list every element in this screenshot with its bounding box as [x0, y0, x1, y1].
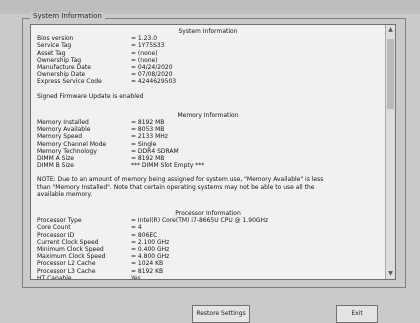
system-rows: Bios version = 1.23.0 Service Tag = 1Y75S33…	[37, 35, 379, 85]
info-value: = 8192 MB	[131, 155, 165, 163]
info-row: Current Clock Speed = 2.100 GHz	[37, 239, 379, 246]
info-row: Asset Tag = (none)	[37, 50, 379, 57]
info-label: Processor L2 Cache	[37, 260, 96, 268]
info-value: = 04/24/2020	[131, 64, 173, 72]
info-value: = (none)	[131, 49, 158, 57]
info-value: = 4.800 GHz	[131, 253, 170, 261]
processor-rows: Processor Type = Intel(R) Core(TM) i7-866…	[37, 217, 379, 280]
info-row: DIMM B Size *** DIMM Slot Empty ***	[37, 162, 379, 169]
memory-note-line-2: than "Memory Installed". Note that certa…	[37, 183, 315, 191]
info-label: Manufacture Date	[37, 64, 91, 72]
info-row: Core Count = 4	[37, 224, 379, 231]
firmware-status: Signed Firmware Update is enabled	[37, 92, 144, 100]
button-bar: Restore Settings Exit	[0, 293, 420, 323]
restore-settings-button[interactable]: Restore Settings	[192, 305, 250, 323]
info-value: = Single	[131, 140, 157, 148]
info-value: = 2.100 GHz	[131, 238, 170, 246]
info-label: Core Count	[37, 224, 71, 232]
info-value: = 4	[131, 224, 142, 232]
info-value: *** DIMM Slot Empty ***	[131, 162, 205, 170]
info-label: Processor L3 Cache	[37, 267, 96, 275]
info-label: Memory Technology	[37, 147, 97, 155]
info-label: Asset Tag	[37, 49, 66, 57]
info-row: Processor ID = 806EC	[37, 232, 379, 239]
info-row: Ownership Tag = (none)	[37, 57, 379, 64]
info-row: Minimum Clock Speed = 0.400 GHz	[37, 246, 379, 253]
info-row: Processor L2 Cache = 1024 KB	[37, 260, 379, 267]
info-row: Memory Speed = 2133 MHz	[37, 133, 379, 140]
info-row: Maximum Clock Speed = 4.800 GHz	[37, 253, 379, 260]
info-label: Memory Available	[37, 126, 91, 134]
info-row: Memory Technology = DDR4 SDRAM	[37, 148, 379, 155]
info-row: DIMM A Size = 8192 MB	[37, 155, 379, 162]
info-value: = 2133 MHz	[131, 133, 168, 141]
info-value: = (none)	[131, 56, 158, 64]
info-row: HT Capable Yes	[37, 274, 379, 280]
vertical-scrollbar[interactable]: ▲ ▼	[385, 25, 395, 279]
info-value: = 07/08/2020	[131, 71, 173, 79]
info-value: Yes	[131, 274, 141, 280]
info-label: DIMM A Size	[37, 155, 74, 163]
memory-note-line-1: NOTE: Due to an amount of memory being a…	[37, 176, 324, 184]
info-row: Ownership Date = 07/08/2020	[37, 71, 379, 78]
info-label: Current Clock Speed	[37, 238, 99, 246]
info-label: Memory Installed	[37, 119, 89, 127]
info-value: = 1.23.0	[131, 35, 158, 43]
info-label: Bios version	[37, 35, 74, 43]
memory-note-line-3: available memory.	[37, 190, 93, 198]
info-value: = DDR4 SDRAM	[131, 147, 179, 155]
info-row: Express Service Code = 4244629503	[37, 78, 379, 85]
info-value: = 1Y75S33	[131, 42, 165, 50]
scroll-up-arrow-icon[interactable]: ▲	[386, 25, 395, 35]
memory-rows: Memory Installed = 8192 MB Memory Availabl…	[37, 119, 379, 169]
info-value: = 4244629503	[131, 78, 177, 86]
info-row: Processor Type = Intel(R) Core(TM) i7-866…	[37, 217, 379, 224]
info-label: Memory Channel Mode	[37, 140, 107, 148]
system-info-panel: ▲ ▼ System Information Bios version = 1.2…	[30, 24, 396, 280]
info-row: Processor L3 Cache = 8192 KB	[37, 268, 379, 275]
info-value: = 1024 KB	[131, 260, 164, 268]
info-value: = 8192 MB	[131, 119, 165, 127]
info-label: Service Tag	[37, 42, 72, 50]
info-label: HT Capable	[37, 274, 72, 280]
info-value: = 806EC	[131, 231, 158, 239]
info-label: Ownership Date	[37, 71, 86, 79]
info-label: Express Service Code	[37, 78, 102, 86]
info-row: Service Tag = 1Y75S33	[37, 42, 379, 49]
info-row: Memory Available = 8053 MB	[37, 126, 379, 133]
info-value: = 0.400 GHz	[131, 246, 170, 254]
memory-section-title: Memory Information	[177, 111, 239, 119]
info-row: Bios version = 1.23.0	[37, 35, 379, 42]
info-label: Memory Speed	[37, 133, 83, 141]
info-row: Memory Channel Mode = Single	[37, 141, 379, 148]
info-value: = 8192 KB	[131, 267, 164, 275]
processor-section-title: Processor Information	[175, 210, 241, 218]
info-label: Maximum Clock Speed	[37, 253, 106, 261]
exit-button[interactable]: Exit	[336, 305, 378, 323]
info-row: Memory Installed = 8192 MB	[37, 119, 379, 126]
info-row: Manufacture Date = 04/24/2020	[37, 64, 379, 71]
info-label: Minimum Clock Speed	[37, 246, 104, 254]
system-section-title: System Information	[178, 28, 238, 35]
scroll-down-arrow-icon[interactable]: ▼	[386, 269, 395, 279]
scrollbar-thumb[interactable]	[387, 39, 394, 109]
info-label: Processor ID	[37, 231, 75, 239]
info-label: Processor Type	[37, 217, 82, 225]
info-content: System Information Bios version = 1.23.0 S…	[37, 28, 379, 280]
info-label: DIMM B Size	[37, 162, 74, 170]
info-value: = Intel(R) Core(TM) i7-8665U CPU @ 1.90G…	[131, 217, 269, 225]
info-label: Ownership Tag	[37, 56, 82, 64]
group-title: System Information	[30, 12, 105, 20]
info-value: = 8053 MB	[131, 126, 165, 134]
